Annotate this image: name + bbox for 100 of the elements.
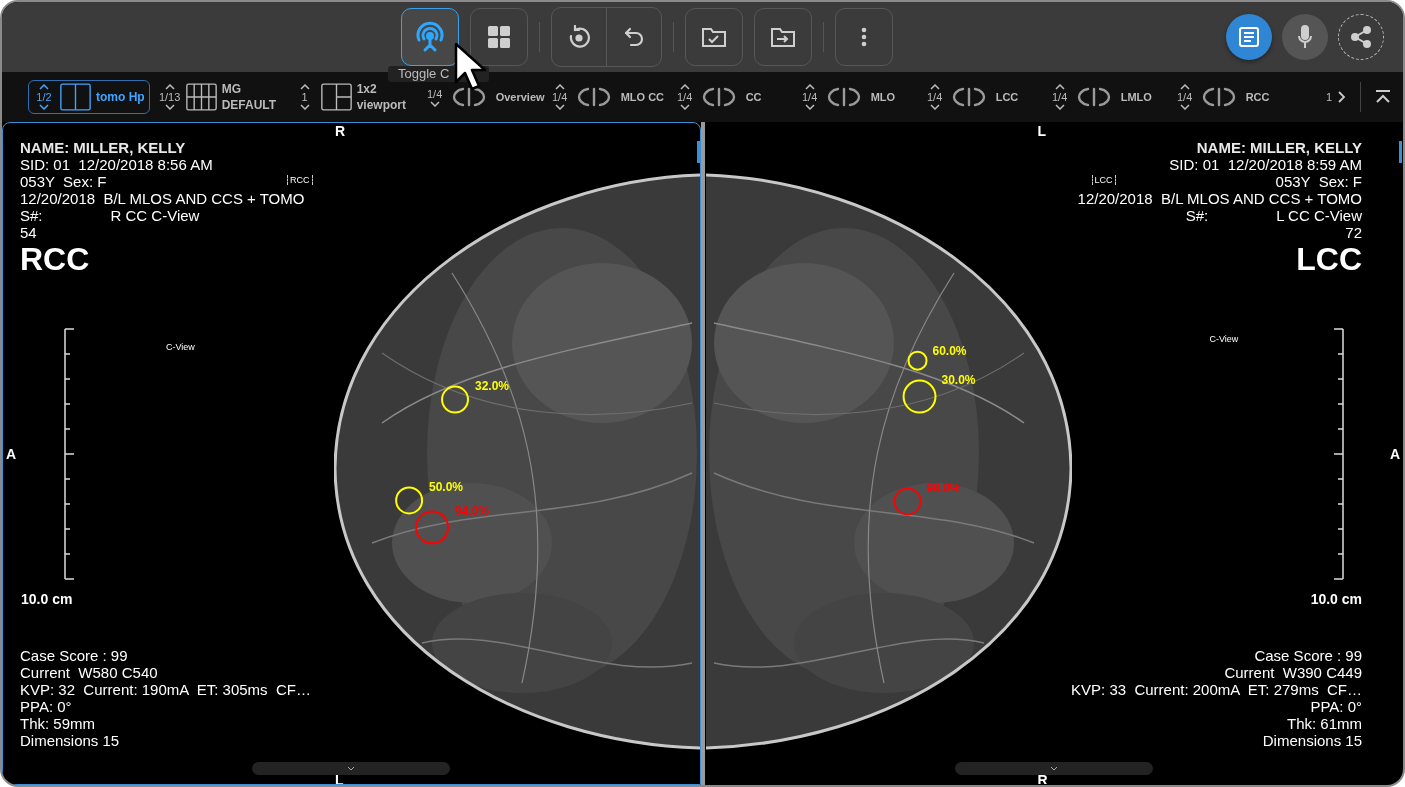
mic-button[interactable] [1282, 14, 1328, 60]
undo-icon [623, 26, 645, 48]
orientation-marker: A [1389, 446, 1400, 462]
toggle-button[interactable] [401, 8, 459, 66]
protocol-tab[interactable]: 1/2 tomo Hp [28, 80, 150, 114]
chevron-down-icon[interactable] [929, 104, 940, 110]
scrollbar-thumb[interactable] [696, 141, 700, 163]
chevron-down-icon[interactable] [429, 100, 440, 107]
finding-marker[interactable] [893, 487, 922, 516]
view-tag: LCC [1091, 175, 1116, 185]
finding-score: 32.0% [475, 379, 510, 393]
chevron-down-icon [347, 766, 355, 771]
document-icon [1238, 26, 1260, 48]
protocol-tab[interactable]: 1/13 MG DEFAULT [153, 80, 285, 114]
chevron-right-icon[interactable] [1338, 91, 1346, 103]
info-line: 12/20/2018 B/L MLOS AND CCS + TOMO [1077, 190, 1362, 207]
view-tab[interactable]: 1/4 Overview [423, 87, 549, 107]
orientation-marker: R [335, 123, 346, 139]
layout-icon [320, 83, 352, 111]
page-counter: 1/4 [802, 91, 818, 103]
microphone-icon [1297, 25, 1313, 49]
chevron-up-icon[interactable] [1054, 84, 1065, 90]
view-label: MLO [870, 91, 896, 103]
info-line: 053Y Sex: F [20, 173, 107, 190]
finding-score: 98.0% [926, 481, 961, 495]
cview-label: C-View [1209, 334, 1239, 344]
collapse-icon[interactable] [1375, 90, 1391, 104]
view-tab[interactable]: 1/4 MLO [798, 84, 924, 110]
folder-check-button[interactable] [685, 8, 743, 66]
chevron-down-icon[interactable] [39, 104, 49, 110]
info-line: SID: 01 12/20/2018 8:59 AM [1169, 156, 1362, 173]
folder-arrow-icon [770, 26, 796, 48]
chevron-down-icon[interactable] [554, 104, 565, 110]
finding-score: 94.0% [455, 504, 490, 518]
view-label: CC [745, 91, 762, 103]
info-line: PPA: 0° [20, 698, 72, 715]
chevron-down-icon[interactable] [679, 104, 690, 110]
protocol-label: MG DEFAULT [221, 81, 278, 113]
report-button[interactable] [1226, 14, 1272, 60]
view-tab[interactable]: 1/4 RCC [1173, 84, 1299, 110]
chevron-down-icon [1049, 766, 1058, 771]
view-label: Overview [495, 91, 545, 103]
page-counter: 1 [1325, 91, 1332, 103]
info-line: S#: [1185, 207, 1209, 224]
scroll-handle[interactable] [252, 762, 450, 775]
info-line: NAME: MILLER, KELLY [20, 139, 186, 156]
info-line: 12/20/2018 B/L MLOS AND CCS + TOMO [20, 190, 305, 207]
chevron-up-icon[interactable] [299, 84, 310, 90]
finding-marker[interactable] [415, 510, 450, 545]
view-tab[interactable]: 1/4 CC [673, 84, 799, 110]
info-line: Thk: 59mm [20, 715, 95, 732]
folder-move-button[interactable] [754, 8, 812, 66]
orientation-marker: A [6, 446, 17, 462]
page-counter: 1/4 [1177, 91, 1193, 103]
layout-icon [60, 83, 91, 111]
grid-icon [487, 25, 511, 49]
view-tab[interactable]: 1/4 LMLO [1048, 84, 1174, 110]
protocol-label: tomo Hp [96, 89, 145, 105]
chevron-down-icon[interactable] [164, 104, 175, 110]
chevron-up-icon[interactable] [39, 84, 49, 90]
rotate-icon [567, 25, 591, 49]
info-line: L CC C-View [1276, 207, 1362, 224]
chevron-down-icon[interactable] [1179, 104, 1190, 110]
cview-label: C-View [166, 342, 195, 352]
image-viewport[interactable] [2, 122, 701, 785]
scale-label: 10.0 cm [1310, 591, 1362, 607]
folder-check-icon [701, 26, 727, 48]
view-tag: RCC [287, 175, 313, 185]
info-line: 053Y Sex: F [1275, 173, 1362, 190]
view-label: MLO CC [620, 91, 665, 103]
info-line: Dimensions 15 [20, 732, 120, 749]
chevron-up-icon[interactable] [164, 84, 175, 90]
view-title: LCC [1296, 241, 1362, 277]
info-line: KVP: 33 Current: 200mA ET: 279ms CF… [1071, 681, 1362, 698]
info-line: Thk: 61mm [1287, 715, 1362, 732]
scroll-handle[interactable] [954, 762, 1153, 775]
chevron-down-icon[interactable] [804, 104, 815, 110]
page-counter: 1/4 [552, 91, 568, 103]
protocol-label: 1x2 viewport [356, 81, 407, 113]
view-tab[interactable]: 1/4 LCC [923, 84, 1049, 110]
chevron-up-icon[interactable] [804, 84, 815, 90]
chevron-down-icon[interactable] [299, 104, 310, 110]
protocol-tab[interactable]: 1 1x2 viewport [288, 80, 420, 114]
chevron-up-icon[interactable] [1179, 84, 1190, 90]
chevron-down-icon[interactable] [1054, 104, 1065, 110]
chevron-up-icon[interactable] [554, 84, 565, 90]
chevron-up-icon[interactable] [929, 84, 940, 90]
info-line: Dimensions 15 [1262, 732, 1362, 749]
info-line: 54 [20, 224, 37, 241]
info-line: Current W580 C540 [20, 664, 158, 681]
info-line: S#: [20, 207, 43, 224]
layout-icon [185, 83, 217, 111]
page-counter: 1/4 [927, 91, 943, 103]
view-tab[interactable]: 1/4 MLO CC [548, 84, 674, 110]
scrollbar-thumb[interactable] [1399, 141, 1402, 163]
info-line: R CC C-View [110, 207, 200, 224]
view-label: LMLO [1120, 91, 1152, 103]
chevron-up-icon[interactable] [679, 84, 690, 90]
broadcast-icon [413, 20, 447, 54]
finding-score: 60.0% [932, 344, 967, 358]
